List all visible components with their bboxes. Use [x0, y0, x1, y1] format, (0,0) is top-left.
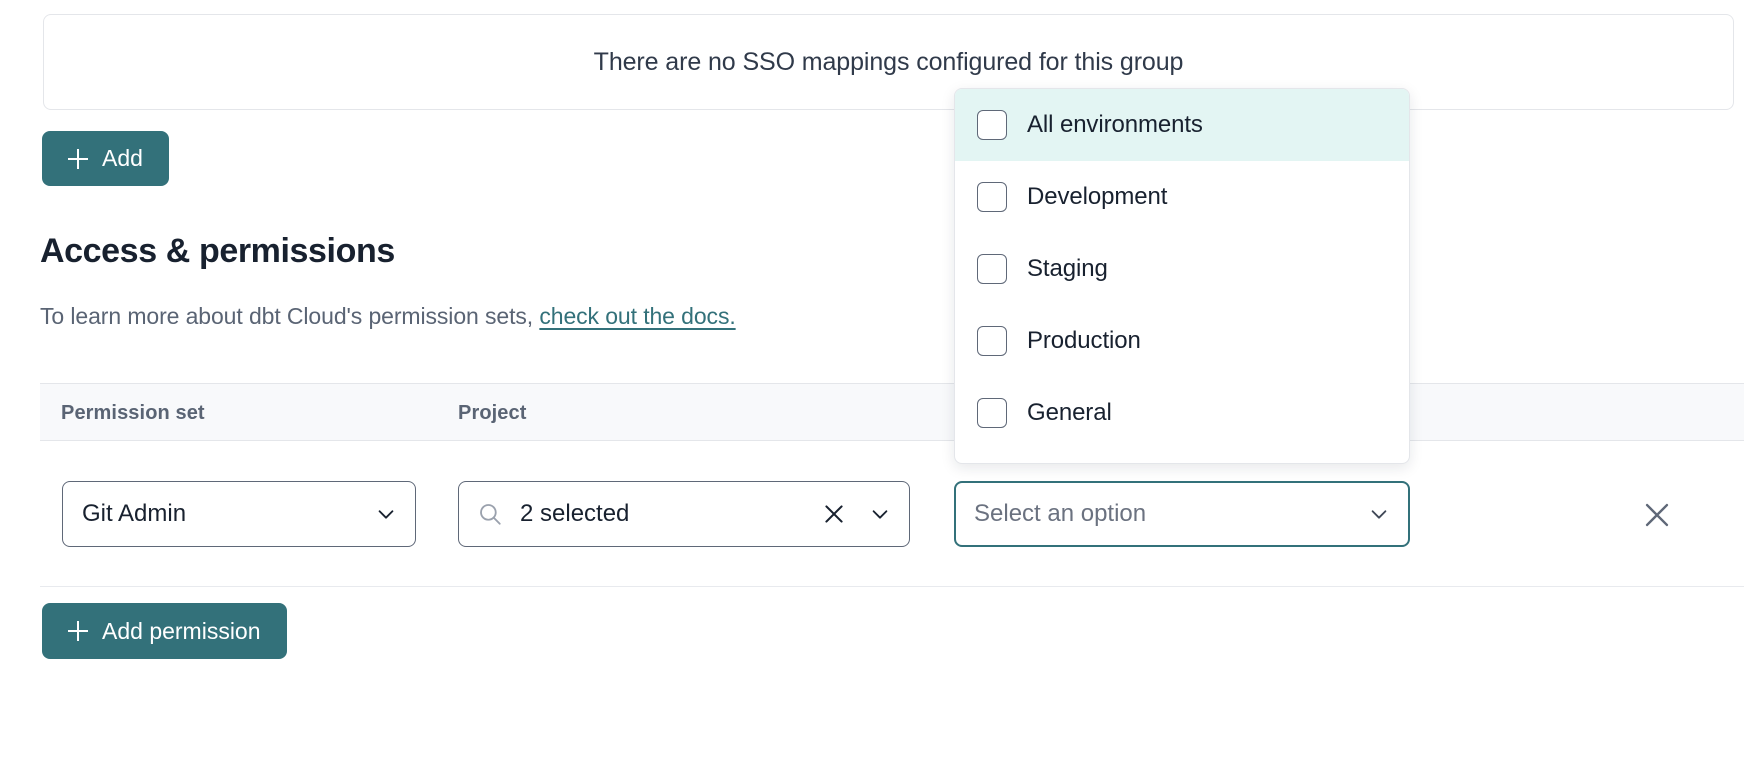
docs-link[interactable]: check out the docs.: [539, 303, 735, 329]
dropdown-option-development[interactable]: Development: [955, 161, 1409, 233]
access-permissions-page: There are no SSO mappings configured for…: [0, 0, 1744, 772]
dropdown-option-general[interactable]: General: [955, 377, 1409, 449]
permissions-table-header: Permission set Project: [40, 383, 1744, 441]
sso-mappings-empty-banner: There are no SSO mappings configured for…: [43, 14, 1734, 110]
dropdown-option-label: Development: [1027, 183, 1167, 211]
checkbox-icon[interactable]: [977, 254, 1007, 284]
section-description: To learn more about dbt Cloud's permissi…: [40, 303, 736, 330]
plus-icon: [68, 149, 88, 169]
project-select-value: 2 selected: [520, 500, 821, 528]
column-header-project: Project: [458, 402, 527, 425]
environment-select[interactable]: Select an option: [954, 481, 1410, 547]
dropdown-option-staging[interactable]: Staging: [955, 233, 1409, 305]
dropdown-option-production[interactable]: Production: [955, 305, 1409, 377]
chevron-down-icon: [1368, 503, 1390, 525]
environment-select-placeholder: Select an option: [974, 500, 1368, 528]
table-row: Git Admin 2 selected Select an option: [40, 441, 1744, 587]
dropdown-option-label: All environments: [1027, 111, 1203, 139]
environment-dropdown-menu[interactable]: All environments Development Staging Pro…: [954, 88, 1410, 464]
page-title: Access & permissions: [40, 232, 395, 271]
project-select[interactable]: 2 selected: [458, 481, 910, 547]
column-header-permission-set: Permission set: [61, 402, 205, 425]
dropdown-option-label: Staging: [1027, 255, 1108, 283]
add-permission-button-label: Add permission: [102, 618, 261, 645]
remove-permission-row-button[interactable]: [1640, 498, 1674, 532]
checkbox-icon[interactable]: [977, 182, 1007, 212]
close-icon[interactable]: [821, 501, 847, 527]
add-button[interactable]: Add: [42, 131, 169, 186]
search-icon: [477, 501, 503, 527]
chevron-down-icon: [869, 503, 891, 525]
checkbox-icon[interactable]: [977, 398, 1007, 428]
checkbox-icon[interactable]: [977, 110, 1007, 140]
dropdown-option-all-environments[interactable]: All environments: [955, 89, 1409, 161]
section-description-text: To learn more about dbt Cloud's permissi…: [40, 303, 539, 329]
permission-set-select[interactable]: Git Admin: [62, 481, 416, 547]
dropdown-option-label: General: [1027, 399, 1112, 427]
chevron-down-icon: [375, 503, 397, 525]
plus-icon: [68, 621, 88, 641]
dropdown-option-label: Production: [1027, 327, 1141, 355]
permission-set-value: Git Admin: [82, 500, 375, 528]
add-button-label: Add: [102, 145, 143, 172]
sso-empty-message: There are no SSO mappings configured for…: [594, 48, 1184, 77]
add-permission-button[interactable]: Add permission: [42, 603, 287, 659]
checkbox-icon[interactable]: [977, 326, 1007, 356]
